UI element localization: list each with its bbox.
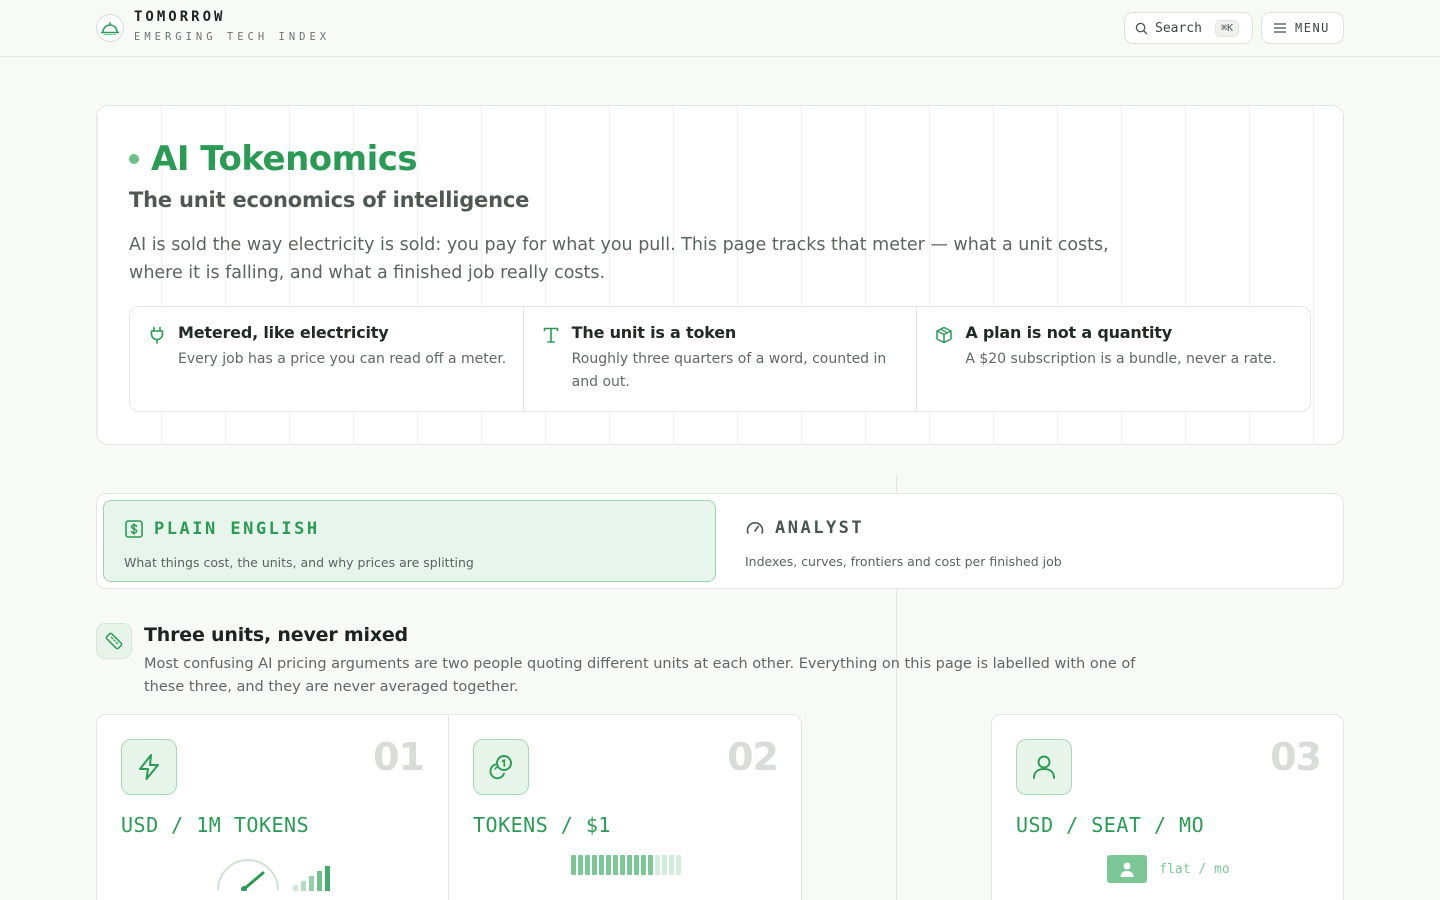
seat-user-icon — [1107, 855, 1148, 883]
token-segment-bar — [570, 855, 681, 875]
token-segment — [612, 855, 618, 875]
mode-analyst-tab[interactable]: ANALYST Indexes, curves, frontiers and c… — [725, 500, 1335, 582]
page-title: AI Tokenomics — [129, 139, 418, 179]
box-icon — [936, 326, 953, 344]
token-segment — [570, 855, 576, 875]
gauge-icon — [746, 522, 764, 534]
plug-icon — [150, 326, 164, 344]
type-icon — [543, 327, 558, 343]
search-icon — [1135, 22, 1148, 34]
unit-visual — [97, 855, 448, 891]
section-description: Most confusing AI pricing arguments are … — [144, 656, 1136, 695]
section-title: Three units, never mixed — [144, 624, 408, 646]
fact-body: Roughly three quarters of a word, counte… — [571, 351, 887, 390]
token-segment — [626, 855, 632, 875]
mode-description: Indexes, curves, frontiers and cost per … — [745, 554, 1062, 569]
unit-card-group: 01 USD / 1M TOKENS 02 TOKENS / $1 — [96, 714, 802, 900]
token-segment — [577, 855, 583, 875]
brand-tagline: EMERGING TECH INDEX — [134, 31, 331, 43]
search-label: Search — [1155, 20, 1202, 36]
page-description: AI is sold the way electricity is sold: … — [129, 235, 1109, 283]
search-shortcut-badge: ⌘K — [1214, 19, 1240, 37]
unit-card-inner: 03 USD / SEAT / MO flat / mo — [992, 715, 1345, 900]
mode-label: PLAIN ENGLISH — [154, 519, 320, 539]
token-segment — [647, 855, 653, 875]
top-bar: TOMORROW EMERGING TECH INDEX Search ⌘K M… — [0, 0, 1440, 57]
token-segment — [584, 855, 590, 875]
unit-card: 01 USD / 1M TOKENS — [97, 715, 449, 900]
token-segment — [675, 855, 681, 875]
unit-number: 02 — [727, 735, 779, 779]
fact-strip: Metered, like electricity Every job has … — [129, 306, 1311, 412]
mode-description: What things cost, the units, and why pri… — [124, 555, 474, 570]
mode-label: ANALYST — [775, 518, 865, 538]
page-subtitle: The unit economics of intelligence — [129, 188, 530, 212]
menu-label: MENU — [1295, 21, 1330, 35]
token-segment — [605, 855, 611, 875]
ruler-icon — [96, 623, 132, 659]
gauge-dial-icon — [216, 859, 279, 891]
user-icon — [1016, 739, 1072, 795]
fact-item: The unit is a token Roughly three quarte… — [522, 307, 917, 411]
unit-number: 03 — [1270, 735, 1322, 779]
hero-card: AI Tokenomics The unit economics of inte… — [96, 105, 1344, 445]
fact-item: A plan is not a quantity A $20 subscript… — [916, 307, 1310, 411]
coins-icon — [473, 739, 529, 795]
brand-name[interactable]: TOMORROW — [134, 9, 225, 25]
page-title-text: AI Tokenomics — [151, 139, 418, 179]
menu-button[interactable]: MENU — [1261, 12, 1344, 44]
unit-label: TOKENS / $1 — [473, 813, 611, 837]
hamburger-icon — [1274, 23, 1286, 33]
token-segment — [633, 855, 639, 875]
unit-card: 03 USD / SEAT / MO flat / mo — [991, 714, 1344, 900]
unit-label: USD / 1M TOKENS — [121, 813, 310, 837]
unit-card: 02 TOKENS / $1 — [449, 715, 802, 900]
fact-body: A $20 subscription is a bundle, never a … — [965, 351, 1277, 367]
fact-title: Metered, like electricity — [178, 323, 389, 342]
fact-body: Every job has a price you can read off a… — [178, 351, 507, 367]
token-segment — [591, 855, 597, 875]
title-dot-icon — [129, 154, 139, 164]
unit-visual — [449, 855, 802, 875]
flat-rate-caption: flat / mo — [1159, 861, 1230, 877]
fact-title: A plan is not a quantity — [965, 323, 1172, 342]
mode-toggle: PLAIN ENGLISH What things cost, the unit… — [96, 493, 1344, 589]
signal-bars-icon — [292, 866, 330, 891]
bolt-icon — [121, 739, 177, 795]
fact-item: Metered, like electricity Every job has … — [130, 307, 523, 411]
flat-rate-visual: flat / mo — [1107, 855, 1230, 883]
unit-number: 01 — [373, 735, 425, 779]
dollar-square-icon — [125, 520, 143, 538]
mode-plain-english-tab[interactable]: PLAIN ENGLISH What things cost, the unit… — [103, 500, 716, 582]
token-segment — [619, 855, 625, 875]
unit-visual: flat / mo — [992, 855, 1345, 883]
token-segment — [661, 855, 667, 875]
fact-title: The unit is a token — [571, 323, 737, 342]
token-segment — [654, 855, 660, 875]
logo-icon[interactable] — [96, 14, 124, 42]
token-segment — [598, 855, 604, 875]
unit-label: USD / SEAT / MO — [1016, 813, 1205, 837]
search-button[interactable]: Search ⌘K — [1124, 12, 1253, 44]
token-segment — [640, 855, 646, 875]
token-segment — [668, 855, 674, 875]
